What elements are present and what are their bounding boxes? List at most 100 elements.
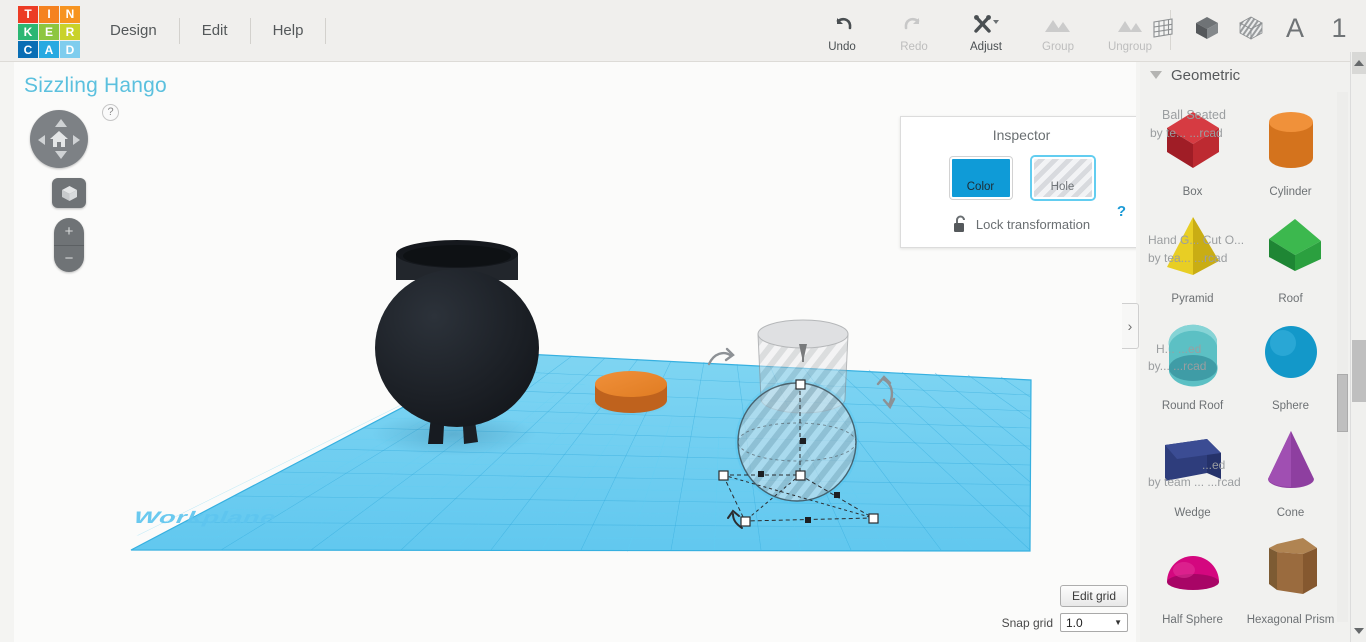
number-tab[interactable]: 1 — [1324, 10, 1354, 46]
undo-label: Undo — [828, 41, 856, 53]
shape-item-cone[interactable]: Cone — [1240, 415, 1341, 522]
inspector-help-button[interactable]: ? — [1117, 203, 1126, 220]
shape-item-partial-left[interactable] — [1142, 629, 1243, 642]
zoom-control: + − — [54, 218, 84, 272]
zoom-in-button[interactable]: + — [54, 218, 84, 246]
main-menu: Design Edit Help — [88, 0, 327, 62]
shape-category-tabs: A 1 — [1148, 10, 1366, 46]
redo-icon — [901, 9, 927, 39]
lock-transformation-row[interactable]: Lock transformation — [901, 215, 1136, 233]
snap-grid-select[interactable]: 1.0 ▼ — [1060, 613, 1128, 632]
shape-item-cylinder[interactable]: Cylinder — [1240, 94, 1341, 201]
logo-tile-c: C — [18, 41, 38, 58]
text-tab[interactable]: A — [1280, 10, 1310, 46]
hole-swatch-button[interactable]: Hole — [1031, 157, 1094, 199]
menu-item-design[interactable]: Design — [88, 19, 179, 43]
round-roof-label: Round Roof — [1161, 400, 1224, 412]
pyramid-thumbnail — [1142, 201, 1243, 293]
scroll-down-arrow-icon[interactable] — [1354, 628, 1364, 634]
handle-corner-back — [795, 470, 806, 481]
view-left-arrow-icon[interactable] — [38, 135, 45, 145]
handle-corner-front — [740, 516, 751, 527]
undo-icon — [829, 9, 855, 39]
shape-item-roof[interactable]: Roof — [1240, 201, 1341, 308]
group-label: Group — [1042, 41, 1074, 53]
sphere-thumbnail — [1240, 308, 1341, 400]
menu-item-help[interactable]: Help — [251, 19, 326, 43]
group-icon — [1042, 9, 1074, 39]
hole-swatch-label: Hole — [1050, 181, 1075, 193]
shape-item-box[interactable]: Box — [1142, 94, 1243, 201]
shape-item-hexagonal-prism[interactable]: Hexagonal Prism — [1240, 522, 1341, 629]
menu-item-edit[interactable]: Edit — [180, 19, 250, 43]
hole-sphere-object[interactable] — [735, 380, 859, 504]
roof-thumbnail — [1240, 201, 1341, 293]
home-view-icon[interactable] — [49, 129, 69, 149]
wedge-thumbnail — [1142, 415, 1243, 507]
cone-label: Cone — [1276, 507, 1305, 519]
tinkercad-logo[interactable]: T I N K E R C A D — [18, 6, 80, 58]
library-category-header[interactable]: Geometric — [1150, 62, 1240, 88]
shape-grid: Box Cylinder Pyramid Roof Round Roof Sph… — [1140, 88, 1336, 642]
logo-tile-r: R — [60, 23, 80, 41]
sphere-label: Sphere — [1271, 400, 1310, 412]
partial-shape-thumbnail — [1142, 629, 1243, 642]
panel-collapse-handle[interactable]: › — [1122, 303, 1139, 349]
undo-button[interactable]: Undo — [806, 0, 878, 53]
shape-item-round-roof[interactable]: Round Roof — [1142, 308, 1243, 415]
3d-canvas[interactable]: Workplane Sizzling Hango ? + − Inspector… — [14, 62, 1136, 642]
rotate-handle-left[interactable] — [707, 347, 735, 366]
inspector-panel: Inspector Color Hole ? Lock transformati… — [900, 116, 1136, 248]
color-swatch-button[interactable]: Color — [949, 157, 1012, 199]
solid-cube-tab[interactable] — [1192, 10, 1222, 46]
handle-corner-left — [718, 470, 729, 481]
snap-grid-value: 1.0 — [1066, 615, 1083, 630]
design-title[interactable]: Sizzling Hango — [24, 74, 167, 98]
inspector-swatches: Color Hole ? — [901, 157, 1136, 220]
library-scrollbar-thumb[interactable] — [1337, 374, 1348, 432]
shape-item-wedge[interactable]: Wedge — [1142, 415, 1243, 522]
scroll-up-arrow-icon[interactable] — [1354, 60, 1364, 66]
lock-icon — [953, 215, 968, 233]
shape-item-half-sphere[interactable]: Half Sphere — [1142, 522, 1243, 629]
round-roof-thumbnail — [1142, 308, 1243, 400]
tinkercad-app: T I N K E R C A D Design Edit Help Undo … — [0, 0, 1366, 642]
box-label: Box — [1182, 186, 1203, 198]
view-right-arrow-icon[interactable] — [73, 135, 80, 145]
logo-tile-i: I — [39, 6, 59, 23]
grid-tab[interactable] — [1148, 10, 1178, 46]
half-sphere-thumbnail — [1142, 522, 1243, 614]
patterned-cube-tab[interactable] — [1236, 10, 1266, 46]
zoom-out-button[interactable]: − — [54, 246, 84, 273]
view-down-arrow-icon[interactable] — [55, 151, 67, 159]
redo-button[interactable]: Redo — [878, 0, 950, 53]
hexagonal-prism-thumbnail — [1240, 522, 1341, 614]
view-help-button[interactable]: ? — [102, 104, 119, 121]
group-button[interactable]: Group — [1022, 0, 1094, 53]
page-scrollbar-thumb[interactable] — [1352, 340, 1366, 402]
half-sphere-label: Half Sphere — [1162, 614, 1223, 626]
workplane[interactable] — [84, 352, 1034, 562]
pyramid-label: Pyramid — [1171, 293, 1214, 305]
view-cube-control[interactable] — [30, 110, 88, 168]
number-tab-label: 1 — [1331, 12, 1347, 43]
adjust-icon — [970, 9, 1002, 39]
workplane-label: Workplane — [129, 507, 281, 527]
lock-transformation-label: Lock transformation — [975, 216, 1091, 232]
perspective-toggle-button[interactable] — [52, 178, 86, 208]
orange-puck-object[interactable] — [595, 371, 667, 413]
cube-icon — [61, 185, 77, 201]
adjust-button[interactable]: Adjust — [950, 0, 1022, 53]
edit-grid-button[interactable]: Edit grid — [1059, 585, 1128, 607]
logo-tile-k: K — [18, 23, 38, 41]
page-scrollbar[interactable] — [1350, 52, 1366, 642]
library-scrollbar[interactable] — [1337, 92, 1348, 622]
box-thumbnail — [1142, 94, 1243, 186]
shape-item-pyramid[interactable]: Pyramid — [1142, 201, 1243, 308]
top-bar: T I N K E R C A D Design Edit Help Undo … — [0, 0, 1366, 62]
shape-item-sphere[interactable]: Sphere — [1240, 308, 1341, 415]
snap-grid-label: Snap grid — [1001, 615, 1053, 630]
grid-controls: Edit grid Snap grid 1.0 ▼ — [1002, 585, 1128, 632]
logo-tile-n: N — [60, 6, 80, 23]
view-up-arrow-icon[interactable] — [55, 119, 67, 127]
